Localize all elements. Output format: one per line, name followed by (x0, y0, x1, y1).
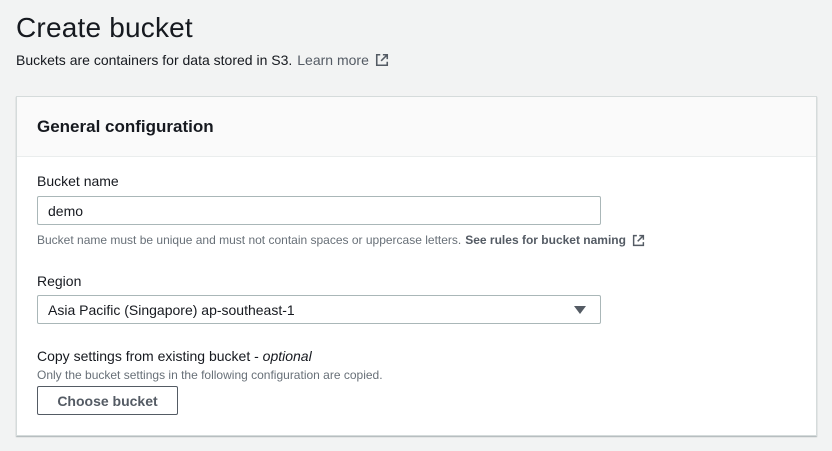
learn-more-link[interactable]: Learn more (297, 52, 389, 68)
bucket-naming-rules-link[interactable]: See rules for bucket naming (465, 233, 645, 247)
region-label: Region (37, 273, 82, 289)
panel-title: General configuration (37, 117, 214, 136)
region-select[interactable]: Asia Pacific (Singapore) ap-southeast-1 (37, 295, 601, 324)
bucket-name-label: Bucket name (37, 173, 119, 189)
caret-down-icon (574, 305, 586, 314)
page-description-text: Buckets are containers for data stored i… (16, 52, 293, 68)
region-selected-value: Asia Pacific (Singapore) ap-southeast-1 (48, 301, 295, 318)
copy-settings-hint: Only the bucket settings in the followin… (37, 368, 383, 382)
external-link-icon (375, 53, 388, 67)
optional-tag: optional (262, 348, 312, 364)
learn-more-label: Learn more (297, 52, 369, 68)
copy-settings-label-text: Copy settings from existing bucket - (37, 348, 259, 364)
external-link-icon (632, 234, 645, 246)
copy-settings-label: Copy settings from existing bucket - opt… (37, 348, 312, 364)
choose-bucket-button[interactable]: Choose bucket (37, 386, 178, 415)
bucket-name-hint: Bucket name must be unique and must not … (37, 233, 645, 247)
bucket-name-hint-text: Bucket name must be unique and must not … (37, 233, 462, 247)
page-description: Buckets are containers for data stored i… (16, 52, 389, 68)
panel-header: General configuration (17, 97, 816, 157)
bucket-naming-rules-label: See rules for bucket naming (465, 233, 626, 247)
general-configuration-panel: General configuration Bucket name Bucket… (16, 96, 817, 436)
bucket-name-input[interactable] (37, 196, 601, 225)
page-title: Create bucket (16, 12, 193, 43)
